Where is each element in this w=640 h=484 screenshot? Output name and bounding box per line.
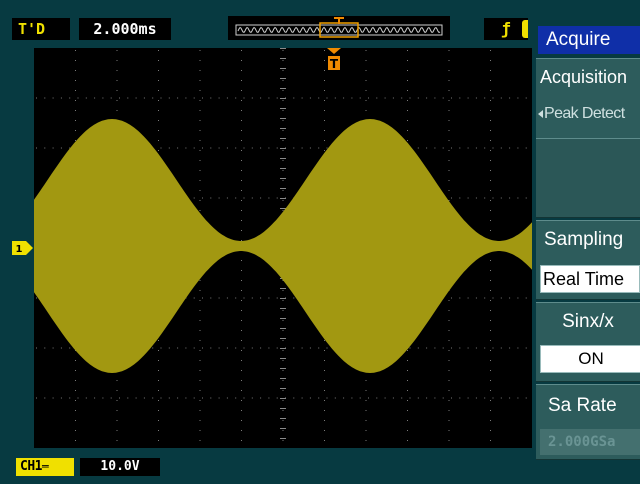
- channel-marker-label: 1: [16, 244, 23, 255]
- sampling-value: Real Time: [540, 265, 640, 293]
- sa-rate-value: 2.000GSa: [540, 429, 640, 455]
- timebase-readout: 2.000ms: [79, 18, 171, 40]
- acquire-menu: Acquire Acquisition Peak Detect Sampling…: [532, 20, 640, 460]
- trigger-status: T'D: [12, 18, 70, 40]
- ch1-volts-per-div: 10.0V: [80, 458, 160, 476]
- menu-item-sampling[interactable]: Sampling Real Time: [536, 220, 640, 300]
- menu-item-sa-rate[interactable]: Sa Rate 2.000GSa: [536, 384, 640, 460]
- menu-item-empty: [536, 138, 640, 218]
- channel-1-arrow-icon: 1: [12, 241, 33, 255]
- menu-item-sinx[interactable]: Sinx/x ON: [536, 302, 640, 382]
- dc-coupling-icon: ═: [41, 460, 49, 473]
- acquisition-value: Peak Detect: [536, 101, 640, 127]
- ch1-label: CH1: [20, 459, 42, 474]
- ch1-badge[interactable]: CH1═: [16, 458, 74, 476]
- acquisition-label: Acquisition: [540, 67, 628, 87]
- sampling-label: Sampling: [544, 229, 624, 250]
- trigger-edge-icon: ƒ: [501, 19, 511, 38]
- oscilloscope-screen: T'D 2.000ms ƒ T 1 CH1═ 10.0V Acquire Acq…: [0, 0, 640, 484]
- memory-position-bar: [228, 16, 450, 40]
- sinx-label: Sinx/x: [562, 311, 614, 332]
- graticule-grid: [34, 48, 532, 441]
- sa-rate-label: Sa Rate: [548, 395, 617, 416]
- sinx-value: ON: [540, 345, 640, 373]
- trigger-t-icon: T: [330, 57, 339, 71]
- menu-title: Acquire: [538, 26, 640, 54]
- trigger-position-marker: T: [327, 48, 341, 71]
- trigger-type-indicator: ƒ: [484, 18, 528, 40]
- ch1-waveform: [34, 119, 532, 373]
- waveform-window-icon: [235, 17, 443, 38]
- waveform-display: [34, 48, 532, 448]
- trigger-source-tab: [522, 20, 528, 38]
